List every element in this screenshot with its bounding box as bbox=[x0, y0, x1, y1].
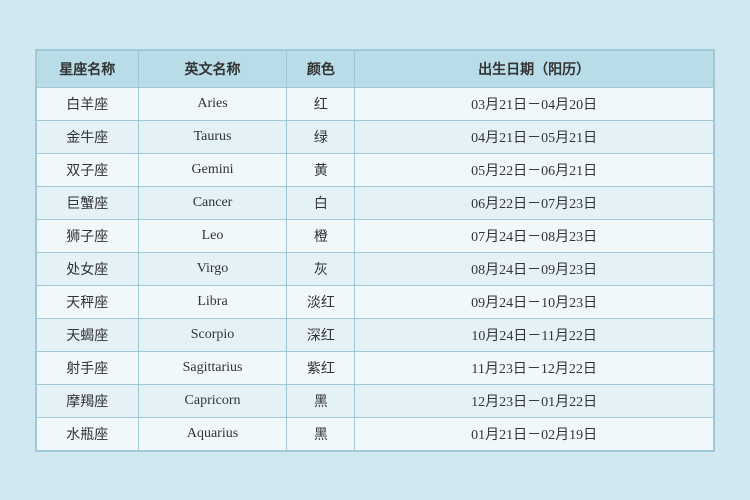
cell-chinese-name: 处女座 bbox=[37, 252, 139, 285]
table-row: 水瓶座Aquarius黑01月21日－02月19日 bbox=[37, 417, 714, 450]
cell-color: 黄 bbox=[287, 153, 355, 186]
cell-chinese-name: 天蝎座 bbox=[37, 318, 139, 351]
cell-color: 深红 bbox=[287, 318, 355, 351]
table-header-row: 星座名称 英文名称 颜色 出生日期（阳历） bbox=[37, 50, 714, 87]
cell-english-name: Aries bbox=[138, 87, 287, 120]
table-row: 天秤座Libra淡红09月24日－10月23日 bbox=[37, 285, 714, 318]
cell-date: 09月24日－10月23日 bbox=[355, 285, 714, 318]
cell-color: 灰 bbox=[287, 252, 355, 285]
cell-english-name: Libra bbox=[138, 285, 287, 318]
cell-chinese-name: 白羊座 bbox=[37, 87, 139, 120]
cell-english-name: Scorpio bbox=[138, 318, 287, 351]
table-row: 天蝎座Scorpio深红10月24日－11月22日 bbox=[37, 318, 714, 351]
cell-color: 橙 bbox=[287, 219, 355, 252]
table-row: 白羊座Aries红03月21日－04月20日 bbox=[37, 87, 714, 120]
cell-date: 01月21日－02月19日 bbox=[355, 417, 714, 450]
cell-date: 07月24日－08月23日 bbox=[355, 219, 714, 252]
cell-english-name: Taurus bbox=[138, 120, 287, 153]
cell-chinese-name: 双子座 bbox=[37, 153, 139, 186]
cell-chinese-name: 狮子座 bbox=[37, 219, 139, 252]
header-color: 颜色 bbox=[287, 50, 355, 87]
zodiac-table-container: 星座名称 英文名称 颜色 出生日期（阳历） 白羊座Aries红03月21日－04… bbox=[35, 49, 715, 452]
header-date: 出生日期（阳历） bbox=[355, 50, 714, 87]
cell-english-name: Cancer bbox=[138, 186, 287, 219]
cell-english-name: Gemini bbox=[138, 153, 287, 186]
table-row: 摩羯座Capricorn黑12月23日－01月22日 bbox=[37, 384, 714, 417]
cell-english-name: Leo bbox=[138, 219, 287, 252]
cell-chinese-name: 摩羯座 bbox=[37, 384, 139, 417]
cell-date: 10月24日－11月22日 bbox=[355, 318, 714, 351]
cell-chinese-name: 巨蟹座 bbox=[37, 186, 139, 219]
cell-english-name: Aquarius bbox=[138, 417, 287, 450]
table-row: 狮子座Leo橙07月24日－08月23日 bbox=[37, 219, 714, 252]
cell-color: 绿 bbox=[287, 120, 355, 153]
cell-date: 06月22日－07月23日 bbox=[355, 186, 714, 219]
cell-english-name: Capricorn bbox=[138, 384, 287, 417]
cell-english-name: Virgo bbox=[138, 252, 287, 285]
cell-chinese-name: 射手座 bbox=[37, 351, 139, 384]
cell-date: 05月22日－06月21日 bbox=[355, 153, 714, 186]
cell-date: 03月21日－04月20日 bbox=[355, 87, 714, 120]
cell-color: 白 bbox=[287, 186, 355, 219]
header-english-name: 英文名称 bbox=[138, 50, 287, 87]
table-row: 巨蟹座Cancer白06月22日－07月23日 bbox=[37, 186, 714, 219]
cell-chinese-name: 金牛座 bbox=[37, 120, 139, 153]
table-row: 金牛座Taurus绿04月21日－05月21日 bbox=[37, 120, 714, 153]
cell-date: 11月23日－12月22日 bbox=[355, 351, 714, 384]
cell-color: 黑 bbox=[287, 417, 355, 450]
cell-color: 红 bbox=[287, 87, 355, 120]
table-row: 射手座Sagittarius紫红11月23日－12月22日 bbox=[37, 351, 714, 384]
cell-date: 08月24日－09月23日 bbox=[355, 252, 714, 285]
cell-color: 淡红 bbox=[287, 285, 355, 318]
cell-chinese-name: 水瓶座 bbox=[37, 417, 139, 450]
header-chinese-name: 星座名称 bbox=[37, 50, 139, 87]
table-row: 处女座Virgo灰08月24日－09月23日 bbox=[37, 252, 714, 285]
table-row: 双子座Gemini黄05月22日－06月21日 bbox=[37, 153, 714, 186]
cell-color: 紫红 bbox=[287, 351, 355, 384]
cell-date: 12月23日－01月22日 bbox=[355, 384, 714, 417]
cell-english-name: Sagittarius bbox=[138, 351, 287, 384]
cell-color: 黑 bbox=[287, 384, 355, 417]
zodiac-table: 星座名称 英文名称 颜色 出生日期（阳历） 白羊座Aries红03月21日－04… bbox=[36, 50, 714, 451]
cell-chinese-name: 天秤座 bbox=[37, 285, 139, 318]
cell-date: 04月21日－05月21日 bbox=[355, 120, 714, 153]
